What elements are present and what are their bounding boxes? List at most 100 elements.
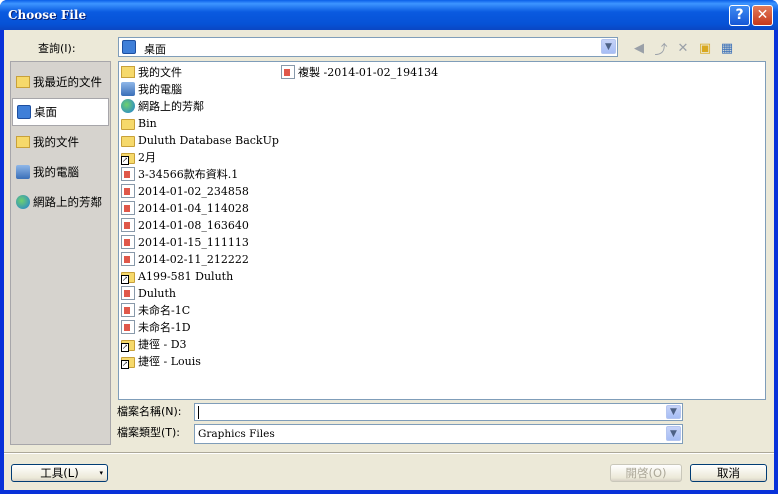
tools-button[interactable]: 工具(L) ▾ [11, 464, 108, 482]
folder-shortcut-icon [121, 356, 135, 369]
file-name: 我的電腦 [138, 83, 182, 96]
chevron-down-icon[interactable]: ▼ [666, 426, 681, 441]
image-file-icon [121, 218, 135, 232]
network-places-icon [16, 195, 30, 209]
file-name: 未命名-1C [138, 304, 191, 317]
image-file-icon [281, 65, 295, 79]
chevron-down-icon[interactable]: ▼ [666, 405, 681, 419]
folder-icon [121, 135, 135, 147]
toolbar: ◀ ⤴ ✕ ▣ ▦ [630, 38, 736, 58]
list-item[interactable]: 2014-01-08_163640 [121, 217, 249, 233]
place-my-documents[interactable]: 我的文件 [12, 128, 109, 156]
list-item[interactable]: 未命名-1C [121, 302, 190, 318]
list-item[interactable]: Bin [121, 115, 157, 131]
file-name: 2月 [138, 151, 156, 164]
dropdown-arrow-icon: ▾ [99, 469, 103, 477]
image-file-icon [121, 201, 135, 215]
place-label: 我的電腦 [33, 165, 79, 179]
file-name: 2014-01-15_111113 [138, 235, 249, 249]
file-name: 我的文件 [138, 66, 182, 79]
file-name: 複製 -2014-01-02_194134 [298, 66, 439, 79]
file-name: Bin [138, 116, 157, 130]
place-network[interactable]: 網路上的芳鄰 [12, 188, 109, 216]
list-item[interactable]: 我的文件 [121, 64, 182, 80]
place-label: 我的文件 [33, 135, 79, 149]
list-item[interactable]: 2014-01-02_234858 [121, 183, 249, 199]
place-desktop[interactable]: 桌面 [12, 98, 109, 126]
file-name-label: 檔案名稱(N): [117, 405, 182, 418]
delete-icon[interactable]: ✕ [674, 39, 692, 57]
title-bar[interactable]: Choose File ? ✕ [0, 0, 778, 30]
file-name: 網路上的芳鄰 [138, 100, 204, 113]
file-name: 3-34566款布資料.1 [138, 168, 239, 181]
folder-icon [121, 118, 135, 130]
file-name: 2014-01-04_114028 [138, 201, 249, 215]
choose-file-dialog: Choose File ? ✕ 查詢(I): 桌面 ▼ ◀ ⤴ ✕ ▣ ▦ 我最… [0, 0, 778, 494]
divider [4, 452, 774, 454]
file-name: 捷徑 - D3 [138, 338, 187, 351]
text-caret [198, 406, 199, 419]
file-name: 2014-01-08_163640 [138, 218, 249, 232]
file-name: A199-581 Duluth [138, 269, 234, 283]
folder-shortcut-icon [121, 339, 135, 352]
help-button[interactable]: ? [729, 5, 750, 26]
file-name: Duluth [138, 286, 177, 300]
image-file-icon [121, 252, 135, 266]
dialog-title: Choose File [8, 8, 87, 22]
tools-label: 工具(L) [40, 466, 79, 480]
places-bar: 我最近的文件 桌面 我的文件 我的電腦 網路上的芳鄰 [10, 61, 111, 445]
image-file-icon [121, 235, 135, 249]
image-file-icon [121, 320, 135, 334]
list-item[interactable]: A199-581 Duluth [121, 268, 233, 284]
look-in-combo[interactable]: 桌面 ▼ [118, 37, 618, 57]
file-type-select[interactable]: Graphics Files ▼ [194, 424, 683, 444]
list-item[interactable]: Duluth [121, 285, 176, 301]
list-item[interactable]: 我的電腦 [121, 81, 182, 97]
recent-docs-icon [16, 76, 30, 88]
list-item[interactable]: 3-34566款布資料.1 [121, 166, 238, 182]
image-file-icon [121, 303, 135, 317]
new-folder-icon[interactable]: ▣ [696, 39, 714, 57]
file-name-field[interactable]: ▼ [194, 403, 683, 421]
list-item[interactable]: 捷徑 - Louis [121, 353, 201, 369]
look-in-label: 查詢(I): [38, 42, 76, 55]
place-label: 網路上的芳鄰 [33, 195, 102, 209]
place-label: 我最近的文件 [33, 75, 102, 89]
dialog-body: 查詢(I): 桌面 ▼ ◀ ⤴ ✕ ▣ ▦ 我最近的文件 桌面 我的文件 我的電… [4, 30, 774, 490]
list-item[interactable]: 2014-02-11_212222 [121, 251, 249, 267]
chevron-down-icon[interactable]: ▼ [601, 39, 616, 54]
file-type-label: 檔案類型(T): [117, 426, 181, 439]
file-type-value: Graphics Files [198, 428, 275, 440]
my-documents-icon [16, 136, 30, 148]
folder-shortcut-icon [121, 271, 135, 284]
image-file-icon [121, 167, 135, 181]
file-name: 2014-01-02_234858 [138, 184, 249, 198]
list-item[interactable]: 2014-01-15_111113 [121, 234, 249, 250]
list-item[interactable]: 網路上的芳鄰 [121, 98, 204, 114]
cancel-button[interactable]: 取消 [690, 464, 767, 482]
list-item[interactable]: 2月 [121, 149, 156, 165]
list-item[interactable]: 捷徑 - D3 [121, 336, 187, 352]
file-name: 2014-02-11_212222 [138, 252, 249, 266]
view-menu-icon[interactable]: ▦ [718, 39, 736, 57]
image-file-icon [121, 184, 135, 198]
list-item[interactable]: Duluth Database BackUp [121, 132, 279, 148]
list-item[interactable]: 未命名-1D [121, 319, 191, 335]
back-icon[interactable]: ◀ [630, 39, 648, 57]
list-item[interactable]: 2014-01-04_114028 [121, 200, 249, 216]
look-in-value: 桌面 [144, 43, 166, 56]
list-item[interactable]: 複製 -2014-01-02_194134 [281, 64, 438, 80]
place-recent[interactable]: 我最近的文件 [12, 68, 109, 96]
open-button[interactable]: 開啓(O) [610, 464, 682, 482]
up-folder-icon[interactable]: ⤴ [652, 39, 670, 58]
desktop-icon [17, 105, 31, 119]
network-places-icon [121, 99, 135, 113]
desktop-icon [122, 40, 136, 54]
close-button[interactable]: ✕ [752, 5, 773, 26]
file-list[interactable]: 我的文件 我的電腦 網路上的芳鄰 Bin Duluth Database Bac… [118, 61, 766, 400]
image-file-icon [121, 286, 135, 300]
my-computer-icon [121, 82, 135, 96]
file-name: 捷徑 - Louis [138, 355, 201, 368]
place-my-computer[interactable]: 我的電腦 [12, 158, 109, 186]
folder-shortcut-icon [121, 152, 135, 165]
